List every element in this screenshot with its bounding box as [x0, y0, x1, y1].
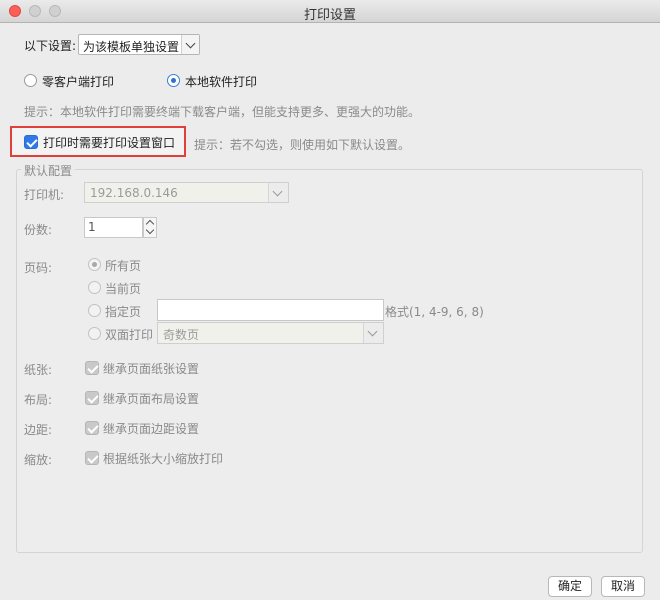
radio-all-pages[interactable] — [88, 258, 101, 271]
title-bar: 打印设置 — [0, 0, 660, 23]
printer-select[interactable]: 192.168.0.146 — [84, 182, 289, 203]
local-software-print-label: 本地软件打印 — [185, 75, 258, 89]
zero-client-print-label: 零客户端打印 — [42, 75, 115, 89]
scale-label: 缩放: — [24, 453, 53, 467]
need-dialog-hint: 提示：若不勾选，则使用如下默认设置。 — [194, 138, 411, 152]
chevron-down-icon — [181, 35, 199, 54]
chevron-down-icon — [268, 183, 288, 202]
settings-scope-value: 为该模板单独设置 — [83, 40, 180, 54]
printer-label: 打印机: — [24, 188, 65, 202]
radio-local-software-print[interactable] — [167, 74, 180, 87]
radio-duplex[interactable] — [88, 327, 101, 340]
copies-stepper[interactable] — [143, 217, 157, 238]
duplex-value: 奇数页 — [163, 328, 200, 342]
default-config-title: 默认配置 — [21, 162, 76, 179]
paper-label: 纸张: — [24, 363, 53, 377]
chevron-down-icon — [363, 323, 383, 343]
current-page-label: 当前页 — [105, 282, 142, 296]
layout-option-label: 继承页面布局设置 — [103, 392, 200, 406]
print-mode-hint: 提示：本地软件打印需要终端下载客户端，但能支持更多、更强大的功能。 — [24, 105, 421, 119]
ok-button[interactable]: 确定 — [548, 576, 592, 597]
copies-value: 1 — [88, 220, 96, 234]
margin-label: 边距: — [24, 423, 53, 437]
need-dialog-label: 打印时需要打印设置窗口 — [43, 136, 176, 150]
window-title: 打印设置 — [303, 8, 356, 23]
specify-pages-input[interactable] — [157, 299, 384, 321]
duplex-select[interactable]: 奇数页 — [157, 322, 384, 344]
layout-checkbox[interactable] — [85, 391, 99, 405]
scale-option-label: 根据纸张大小缩放打印 — [103, 452, 224, 466]
specify-pages-label: 指定页 — [105, 305, 142, 319]
all-pages-label: 所有页 — [105, 259, 142, 273]
chevron-down-icon — [145, 225, 155, 235]
scale-checkbox[interactable] — [85, 451, 99, 465]
printer-value: 192.168.0.146 — [90, 186, 178, 200]
pages-label: 页码: — [24, 261, 53, 275]
copies-input[interactable]: 1 — [84, 217, 143, 238]
cancel-button[interactable]: 取消 — [601, 576, 645, 597]
need-dialog-checkbox[interactable] — [24, 135, 38, 149]
copies-label: 份数: — [24, 223, 53, 237]
radio-specify-pages[interactable] — [88, 304, 101, 317]
paper-option-label: 继承页面纸张设置 — [103, 362, 200, 376]
page-format-hint: 格式(1, 4-9, 6, 8) — [385, 305, 484, 319]
paper-checkbox[interactable] — [85, 361, 99, 375]
layout-label: 布局: — [24, 393, 53, 407]
duplex-label: 双面打印 — [105, 328, 154, 342]
radio-current-page[interactable] — [88, 281, 101, 294]
margin-checkbox[interactable] — [85, 421, 99, 435]
settings-scope-select[interactable]: 为该模板单独设置 — [78, 34, 200, 55]
radio-zero-client-print[interactable] — [24, 74, 37, 87]
settings-scope-label: 以下设置: — [24, 39, 77, 53]
margin-option-label: 继承页面边距设置 — [103, 422, 200, 436]
